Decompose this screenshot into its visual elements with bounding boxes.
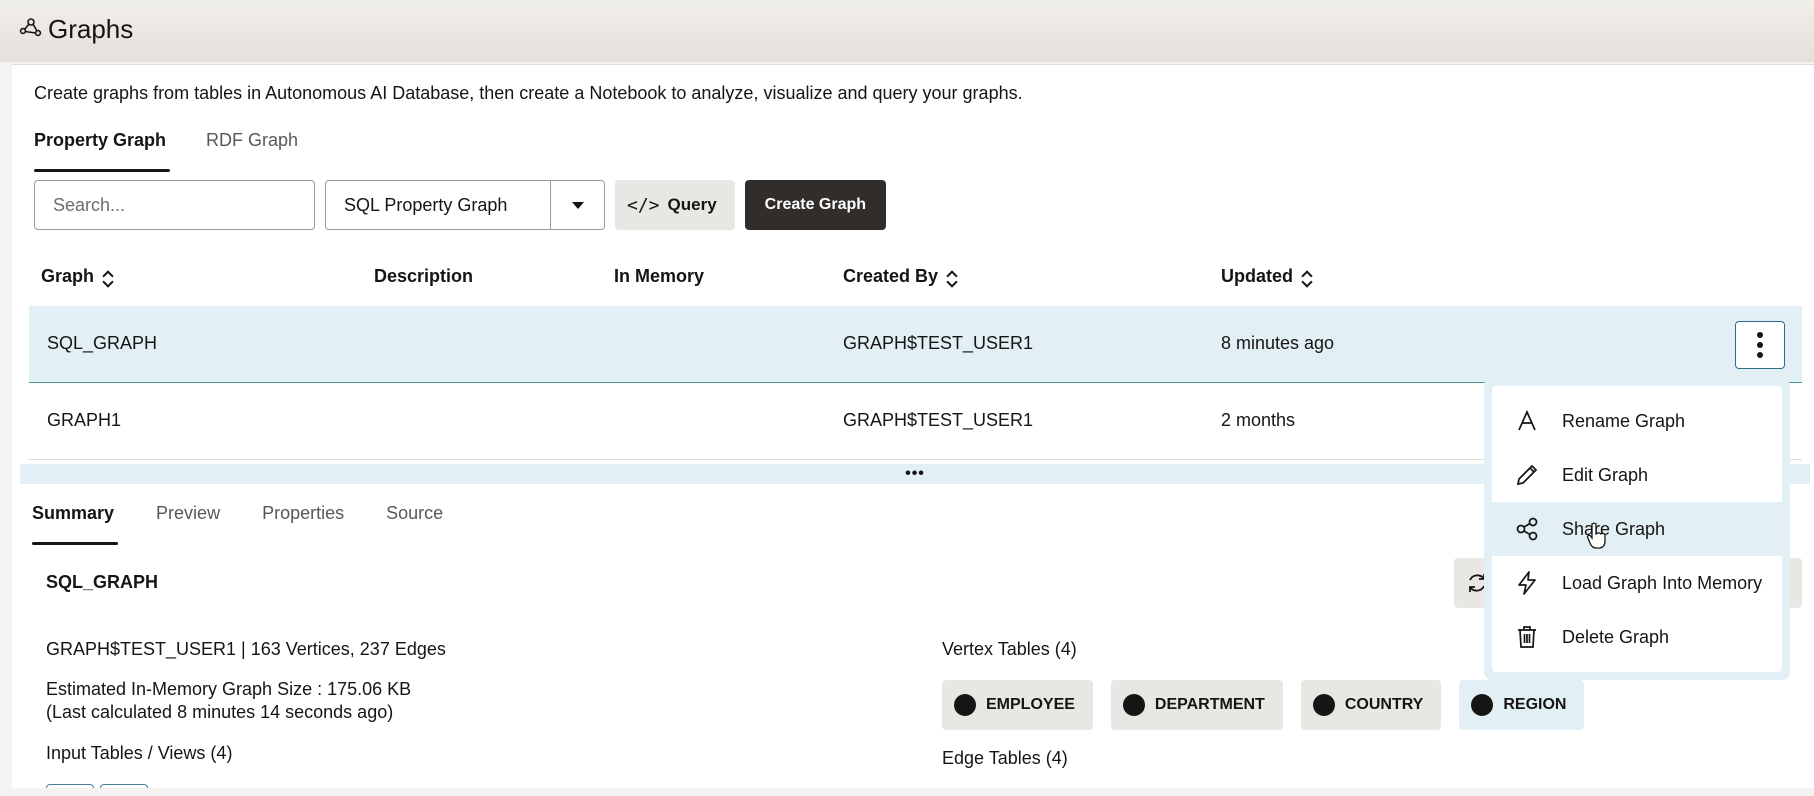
detail-tabs: Summary Preview Properties Source	[32, 503, 443, 545]
edge-tables-heading: Edge Tables (4)	[942, 748, 1068, 768]
vertex-chip-region[interactable]: REGION	[1459, 680, 1585, 730]
graph-name-cell[interactable]: SQL_GRAPH	[47, 333, 157, 354]
menu-item-rename-graph[interactable]: Rename Graph	[1492, 394, 1782, 448]
page-bottom-edge	[0, 788, 1814, 796]
row-actions-button[interactable]	[1735, 321, 1785, 369]
column-header-updated[interactable]: Updated	[1221, 266, 1313, 288]
query-button[interactable]: </> Query	[615, 180, 735, 230]
column-label: Updated	[1221, 266, 1293, 286]
chip-label: EMPLOYEE	[986, 696, 1075, 713]
column-label: In Memory	[614, 266, 705, 286]
search-input[interactable]	[34, 180, 315, 230]
page-description: Create graphs from tables in Autonomous …	[34, 83, 1023, 103]
chip-label: DEPARTMENT	[1154, 696, 1265, 713]
vertex-tables-heading: Vertex Tables (4)	[942, 639, 1077, 659]
summary-owner-line: GRAPH$TEST_USER1 | 163 Vertices, 237 Edg…	[46, 639, 446, 659]
menu-item-label: Edit Graph	[1562, 464, 1649, 485]
tab-properties[interactable]: Properties	[262, 503, 344, 545]
summary-calc-line: (Last calculated 8 minutes 14 seconds ag…	[46, 702, 394, 722]
tab-rdf-graph[interactable]: RDF Graph	[206, 130, 298, 172]
drag-handle-icon[interactable]: •••	[905, 465, 925, 483]
vertex-chip-department[interactable]: DEPARTMENT	[1110, 680, 1283, 730]
summary-graph-name: SQL_GRAPH	[46, 572, 159, 592]
graph-name-cell[interactable]: GRAPH1	[47, 410, 121, 431]
page-title: Graphs	[48, 14, 134, 44]
kebab-dot	[1757, 332, 1763, 338]
tab-property-graph[interactable]: Property Graph	[34, 130, 171, 172]
created-by-cell: GRAPH$TEST_USER1	[843, 410, 1034, 430]
kebab-dot	[1757, 342, 1763, 348]
tab-source[interactable]: Source	[386, 503, 443, 545]
vertex-dot-icon	[1312, 694, 1335, 716]
graph-type-select[interactable]: SQL Property Graph	[325, 180, 605, 230]
created-by-cell: GRAPH$TEST_USER1	[843, 333, 1034, 353]
hand-cursor-icon	[1586, 522, 1606, 549]
rename-icon	[1492, 408, 1562, 434]
vertex-table-chips: EMPLOYEE DEPARTMENT COUNTRY REGION	[942, 680, 1585, 730]
code-icon: </>	[627, 194, 660, 216]
vertex-chip-country[interactable]: COUNTRY	[1300, 680, 1442, 730]
query-button-label: Query	[667, 195, 717, 214]
menu-item-label: Delete Graph	[1562, 626, 1670, 647]
vertex-dot-icon	[954, 694, 976, 716]
menu-item-label: Load Graph Into Memory	[1562, 572, 1763, 593]
share-icon	[1492, 516, 1562, 542]
create-graph-button[interactable]: Create Graph	[744, 180, 887, 230]
graph-type-value: SQL Property Graph	[344, 194, 508, 215]
menu-item-label: Share Graph	[1562, 518, 1666, 539]
menu-item-load-graph-into-memory[interactable]: Load Graph Into Memory	[1492, 556, 1782, 610]
column-label: Description	[374, 266, 474, 286]
lightning-icon	[1492, 570, 1562, 596]
sort-icon[interactable]	[1301, 268, 1313, 288]
menu-item-share-graph[interactable]: Share Graph	[1492, 502, 1782, 556]
menu-item-delete-graph[interactable]: Delete Graph	[1492, 610, 1782, 664]
row-actions-menu: Rename Graph Edit Graph Share Graph Load…	[1484, 378, 1790, 680]
vertex-dot-icon	[1122, 694, 1145, 716]
chevron-down-icon[interactable]	[550, 181, 604, 229]
column-header-description: Description	[374, 266, 473, 287]
column-header-graph[interactable]: Graph	[41, 266, 114, 288]
menu-item-label: Rename Graph	[1562, 410, 1686, 431]
trash-icon	[1492, 624, 1562, 650]
kebab-dot	[1757, 352, 1763, 358]
column-header-created-by[interactable]: Created By	[843, 266, 958, 288]
toolbar: SQL Property Graph </> Query Create Grap…	[34, 180, 887, 230]
chip-label: REGION	[1503, 696, 1567, 713]
menu-item-edit-graph[interactable]: Edit Graph	[1492, 448, 1782, 502]
tab-summary[interactable]: Summary	[32, 503, 119, 545]
updated-cell: 8 minutes ago	[1221, 333, 1335, 353]
column-label: Graph	[41, 266, 95, 286]
sort-icon[interactable]	[946, 268, 958, 288]
graph-logo-icon	[18, 14, 44, 45]
chip-label: COUNTRY	[1344, 696, 1424, 713]
pencil-icon	[1492, 462, 1562, 488]
graph-type-tabs: Property Graph RDF Graph	[34, 130, 298, 172]
vertex-chip-employee[interactable]: EMPLOYEE	[942, 680, 1093, 730]
vertex-dot-icon	[1471, 694, 1494, 716]
table-header: Graph Description In Memory Created By U…	[29, 250, 1802, 306]
summary-size-line: Estimated In-Memory Graph Size : 175.06 …	[46, 679, 412, 699]
updated-cell: 2 months	[1221, 410, 1296, 430]
tab-preview[interactable]: Preview	[156, 503, 220, 545]
input-tables-heading: Input Tables / Views (4)	[46, 743, 233, 763]
column-header-in-memory: In Memory	[614, 266, 704, 287]
table-row[interactable]: SQL_GRAPH GRAPH$TEST_USER1 8 minutes ago	[29, 306, 1802, 383]
sort-icon[interactable]	[102, 268, 114, 288]
column-label: Created By	[843, 266, 939, 286]
app-header: Graphs	[0, 0, 1814, 62]
